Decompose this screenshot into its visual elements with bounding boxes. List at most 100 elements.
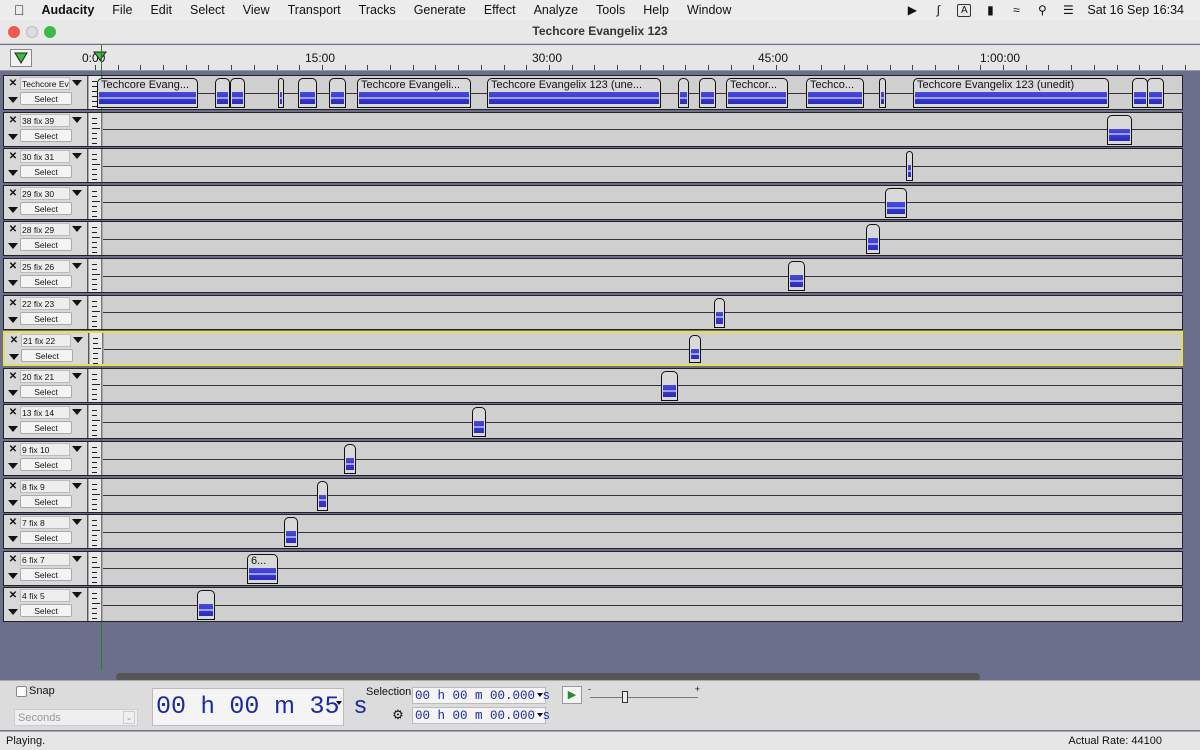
track-name[interactable]: 30 fix 31: [20, 150, 70, 164]
audio-clip[interactable]: [215, 78, 230, 108]
track-menu-icon[interactable]: [72, 555, 82, 562]
track-lane[interactable]: [104, 333, 1181, 365]
audio-clip[interactable]: [230, 78, 245, 108]
close-track-icon[interactable]: ✕: [7, 150, 19, 163]
track-name[interactable]: Techcore Eva: [20, 77, 70, 90]
track-name[interactable]: 25 fix 26: [20, 260, 70, 273]
track-lane[interactable]: [103, 149, 1182, 183]
track-lane[interactable]: [103, 295, 1182, 329]
audio-clip[interactable]: [1107, 114, 1132, 145]
selection-end-dropdown-icon[interactable]: [537, 713, 543, 717]
audio-clip[interactable]: [714, 297, 725, 328]
menu-tools[interactable]: Tools: [587, 3, 634, 17]
track[interactable]: ✕ 9 fix 10 Select: [3, 441, 1183, 476]
selection-start-field[interactable]: 00 h 00 m 00.000 s: [412, 687, 550, 704]
audio-clip[interactable]: 6...: [247, 553, 278, 584]
clip-title[interactable]: Techco...: [810, 79, 854, 91]
gear-icon[interactable]: ⚙: [390, 707, 406, 723]
audio-clip[interactable]: Techcore Evangelix 123 (unedit): [913, 78, 1109, 108]
keyboard-input-icon[interactable]: A: [957, 3, 972, 17]
slider-thumb[interactable]: [622, 691, 628, 703]
audio-clip[interactable]: [298, 78, 317, 108]
audio-clip[interactable]: [284, 517, 298, 548]
menu-audacity[interactable]: Audacity: [33, 3, 104, 17]
close-track-icon[interactable]: ✕: [7, 553, 19, 566]
collapse-track-icon[interactable]: [8, 170, 18, 177]
audio-clip[interactable]: [678, 78, 689, 108]
collapse-track-icon[interactable]: [8, 206, 18, 213]
clip-title[interactable]: 6...: [251, 555, 266, 567]
track-select-button[interactable]: Select: [20, 128, 72, 142]
track-lane[interactable]: [103, 222, 1182, 256]
close-track-icon[interactable]: ✕: [7, 406, 19, 419]
close-track-icon[interactable]: ✕: [7, 260, 19, 273]
track-name[interactable]: 6 fix 7: [20, 552, 70, 566]
track-select-button[interactable]: Select: [20, 458, 72, 471]
audio-clip[interactable]: [689, 335, 701, 364]
audio-clip[interactable]: Techcore Evang...: [97, 78, 198, 108]
control-center-icon[interactable]: ☰: [1061, 3, 1075, 17]
track-name[interactable]: 38 fix 39: [20, 113, 70, 127]
menu-window[interactable]: Window: [678, 3, 740, 17]
track-menu-icon[interactable]: [72, 592, 82, 599]
track[interactable]: ✕ 20 fix 21 Select: [3, 367, 1183, 403]
menu-edit[interactable]: Edit: [141, 3, 181, 17]
collapse-track-icon[interactable]: [8, 426, 18, 433]
audio-clip[interactable]: [699, 78, 716, 108]
audio-clip[interactable]: [278, 78, 284, 108]
track[interactable]: ✕ 8 fix 9 Select: [3, 477, 1183, 513]
collapse-track-icon[interactable]: [8, 572, 18, 579]
collapse-track-icon[interactable]: [8, 463, 18, 469]
track-lane[interactable]: [103, 112, 1182, 146]
clip-title[interactable]: Techcore Evangeli...: [361, 79, 460, 91]
close-track-icon[interactable]: ✕: [7, 77, 19, 90]
play-circle-icon[interactable]: ▶: [905, 3, 919, 17]
track-menu-icon[interactable]: [72, 263, 82, 269]
clip-title[interactable]: Techcor...: [730, 79, 777, 91]
track-name[interactable]: 8 fix 9: [20, 479, 70, 493]
track-name[interactable]: 29 fix 30: [20, 186, 70, 200]
track-menu-icon[interactable]: [72, 80, 82, 86]
close-track-icon[interactable]: ✕: [8, 334, 20, 347]
track-select-button[interactable]: Select: [20, 531, 72, 545]
close-track-icon[interactable]: ✕: [7, 589, 19, 602]
collapse-track-icon[interactable]: [8, 499, 18, 506]
audio-clip[interactable]: [879, 78, 886, 108]
track[interactable]: ✕ 38 fix 39 Select: [3, 111, 1183, 147]
playhead-marker-icon[interactable]: [93, 51, 107, 61]
track-select-button[interactable]: Select: [20, 201, 72, 215]
track-lane[interactable]: Techcore Evang... Techcore Evangeli... Tec…: [97, 76, 1182, 109]
menu-tracks[interactable]: Tracks: [350, 3, 405, 17]
menu-effect[interactable]: Effect: [475, 3, 525, 17]
track[interactable]: ✕ 7 fix 8 Select: [3, 514, 1183, 550]
audio-clip[interactable]: [329, 78, 346, 108]
play-at-speed-button[interactable]: ▶: [562, 686, 582, 704]
menu-help[interactable]: Help: [634, 3, 678, 17]
clip-title[interactable]: Techcore Evang...: [101, 79, 189, 91]
snap-checkbox[interactable]: [16, 686, 27, 697]
track-select-button[interactable]: Select: [20, 604, 72, 618]
menu-view[interactable]: View: [234, 3, 279, 17]
track[interactable]: ✕ Techcore Eva Select Techcore Evang... Tech…: [3, 75, 1183, 110]
track[interactable]: ✕ 30 fix 31 Select: [3, 148, 1183, 184]
close-track-icon[interactable]: ✕: [7, 297, 19, 310]
battery-icon[interactable]: ▮: [983, 3, 997, 17]
track-name[interactable]: 20 fix 21: [20, 369, 70, 383]
track-lane[interactable]: [103, 515, 1182, 549]
track-select-button[interactable]: Select: [20, 494, 72, 508]
close-track-icon[interactable]: ✕: [7, 516, 19, 529]
menu-file[interactable]: File: [103, 3, 141, 17]
audio-clip[interactable]: [906, 151, 913, 182]
track-select-button[interactable]: Select: [20, 92, 72, 105]
track-menu-icon[interactable]: [72, 226, 82, 233]
collapse-track-icon[interactable]: [8, 389, 18, 396]
menu-analyze[interactable]: Analyze: [525, 3, 587, 17]
clip-title[interactable]: Techcore Evangelix 123 (unedit): [917, 79, 1074, 91]
track-lane[interactable]: [103, 478, 1182, 512]
audio-clip[interactable]: [661, 370, 678, 401]
track[interactable]: ✕ 25 fix 26 Select: [3, 258, 1183, 293]
close-track-icon[interactable]: ✕: [7, 187, 19, 200]
close-track-icon[interactable]: ✕: [7, 480, 19, 493]
menu-select[interactable]: Select: [181, 3, 234, 17]
playback-speed-slider[interactable]: - +: [588, 684, 704, 706]
